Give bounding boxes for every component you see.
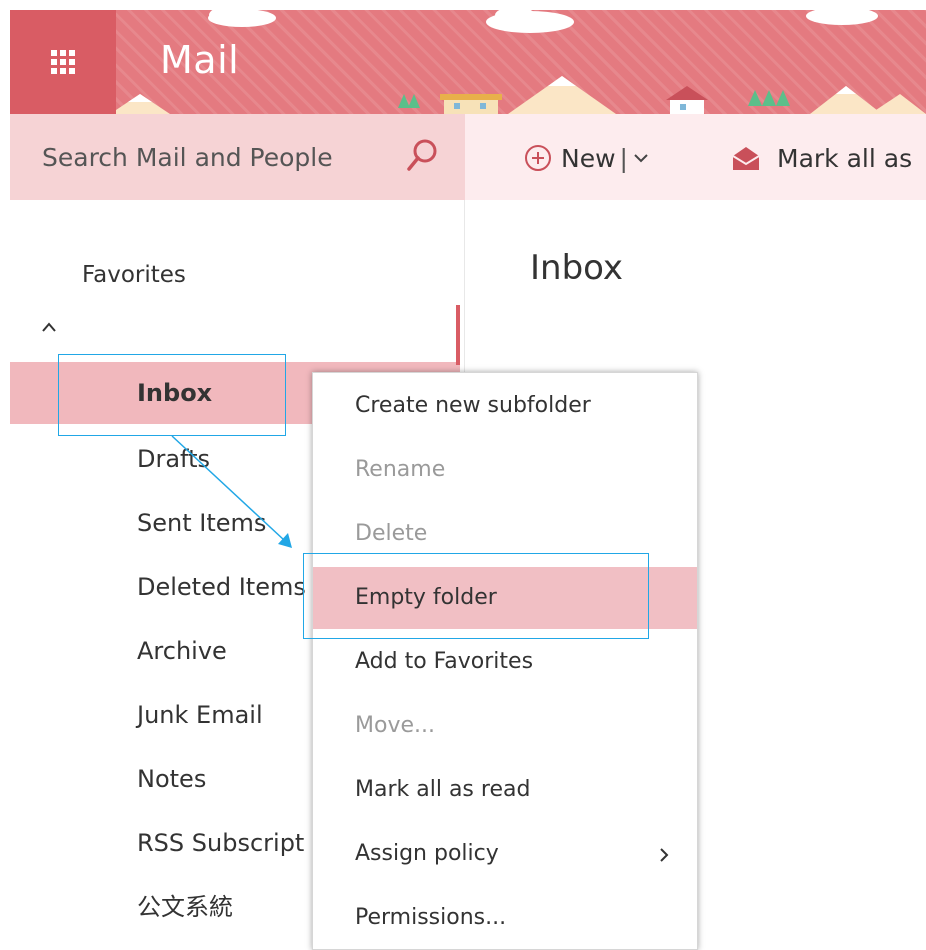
menu-item-permissions[interactable]: Permissions...	[313, 887, 697, 949]
new-button[interactable]: New |	[525, 140, 650, 176]
app-launcher-button[interactable]	[10, 10, 116, 114]
search-box[interactable]: Search Mail and People	[10, 114, 465, 200]
favorites-heading[interactable]: Favorites	[82, 262, 186, 288]
mark-all-label: Mark all as	[777, 143, 913, 173]
plus-circle-icon	[525, 145, 551, 171]
command-toolbar: New | Mark all as	[465, 114, 926, 200]
mark-all-read-button[interactable]: Mark all as	[731, 140, 912, 176]
menu-item-empty-folder[interactable]: Empty folder	[313, 567, 697, 629]
search-input[interactable]: Search Mail and People	[42, 143, 333, 172]
app-title: Mail	[160, 38, 240, 82]
menu-item-assign-policy[interactable]: Assign policy	[313, 823, 697, 885]
menu-item-delete: Delete	[355, 521, 428, 546]
chevron-right-icon	[660, 848, 669, 862]
folder-context-menu: Create new subfolder Rename Delete Empty…	[312, 372, 698, 950]
menu-item-add-to-favorites[interactable]: Add to Favorites	[313, 631, 697, 693]
menu-item-create-subfolder[interactable]: Create new subfolder	[313, 375, 697, 437]
menu-item-rename: Rename	[355, 457, 446, 482]
page-title: Inbox	[530, 248, 624, 288]
search-icon[interactable]	[402, 136, 442, 176]
app-header: Mail	[10, 10, 926, 114]
chevron-up-icon[interactable]	[40, 320, 58, 334]
chevron-down-icon[interactable]	[632, 149, 650, 167]
menu-item-assign-policy-label: Assign policy	[355, 841, 499, 866]
waffle-icon	[51, 50, 75, 74]
new-label: New	[561, 143, 616, 173]
menu-item-mark-all-read[interactable]: Mark all as read	[313, 759, 697, 821]
envelope-open-icon	[732, 147, 760, 170]
header-landscape-illustration	[110, 10, 926, 114]
pane-resize-handle[interactable]	[456, 305, 460, 365]
menu-item-move: Move...	[355, 713, 435, 738]
new-separator: |	[619, 143, 628, 173]
